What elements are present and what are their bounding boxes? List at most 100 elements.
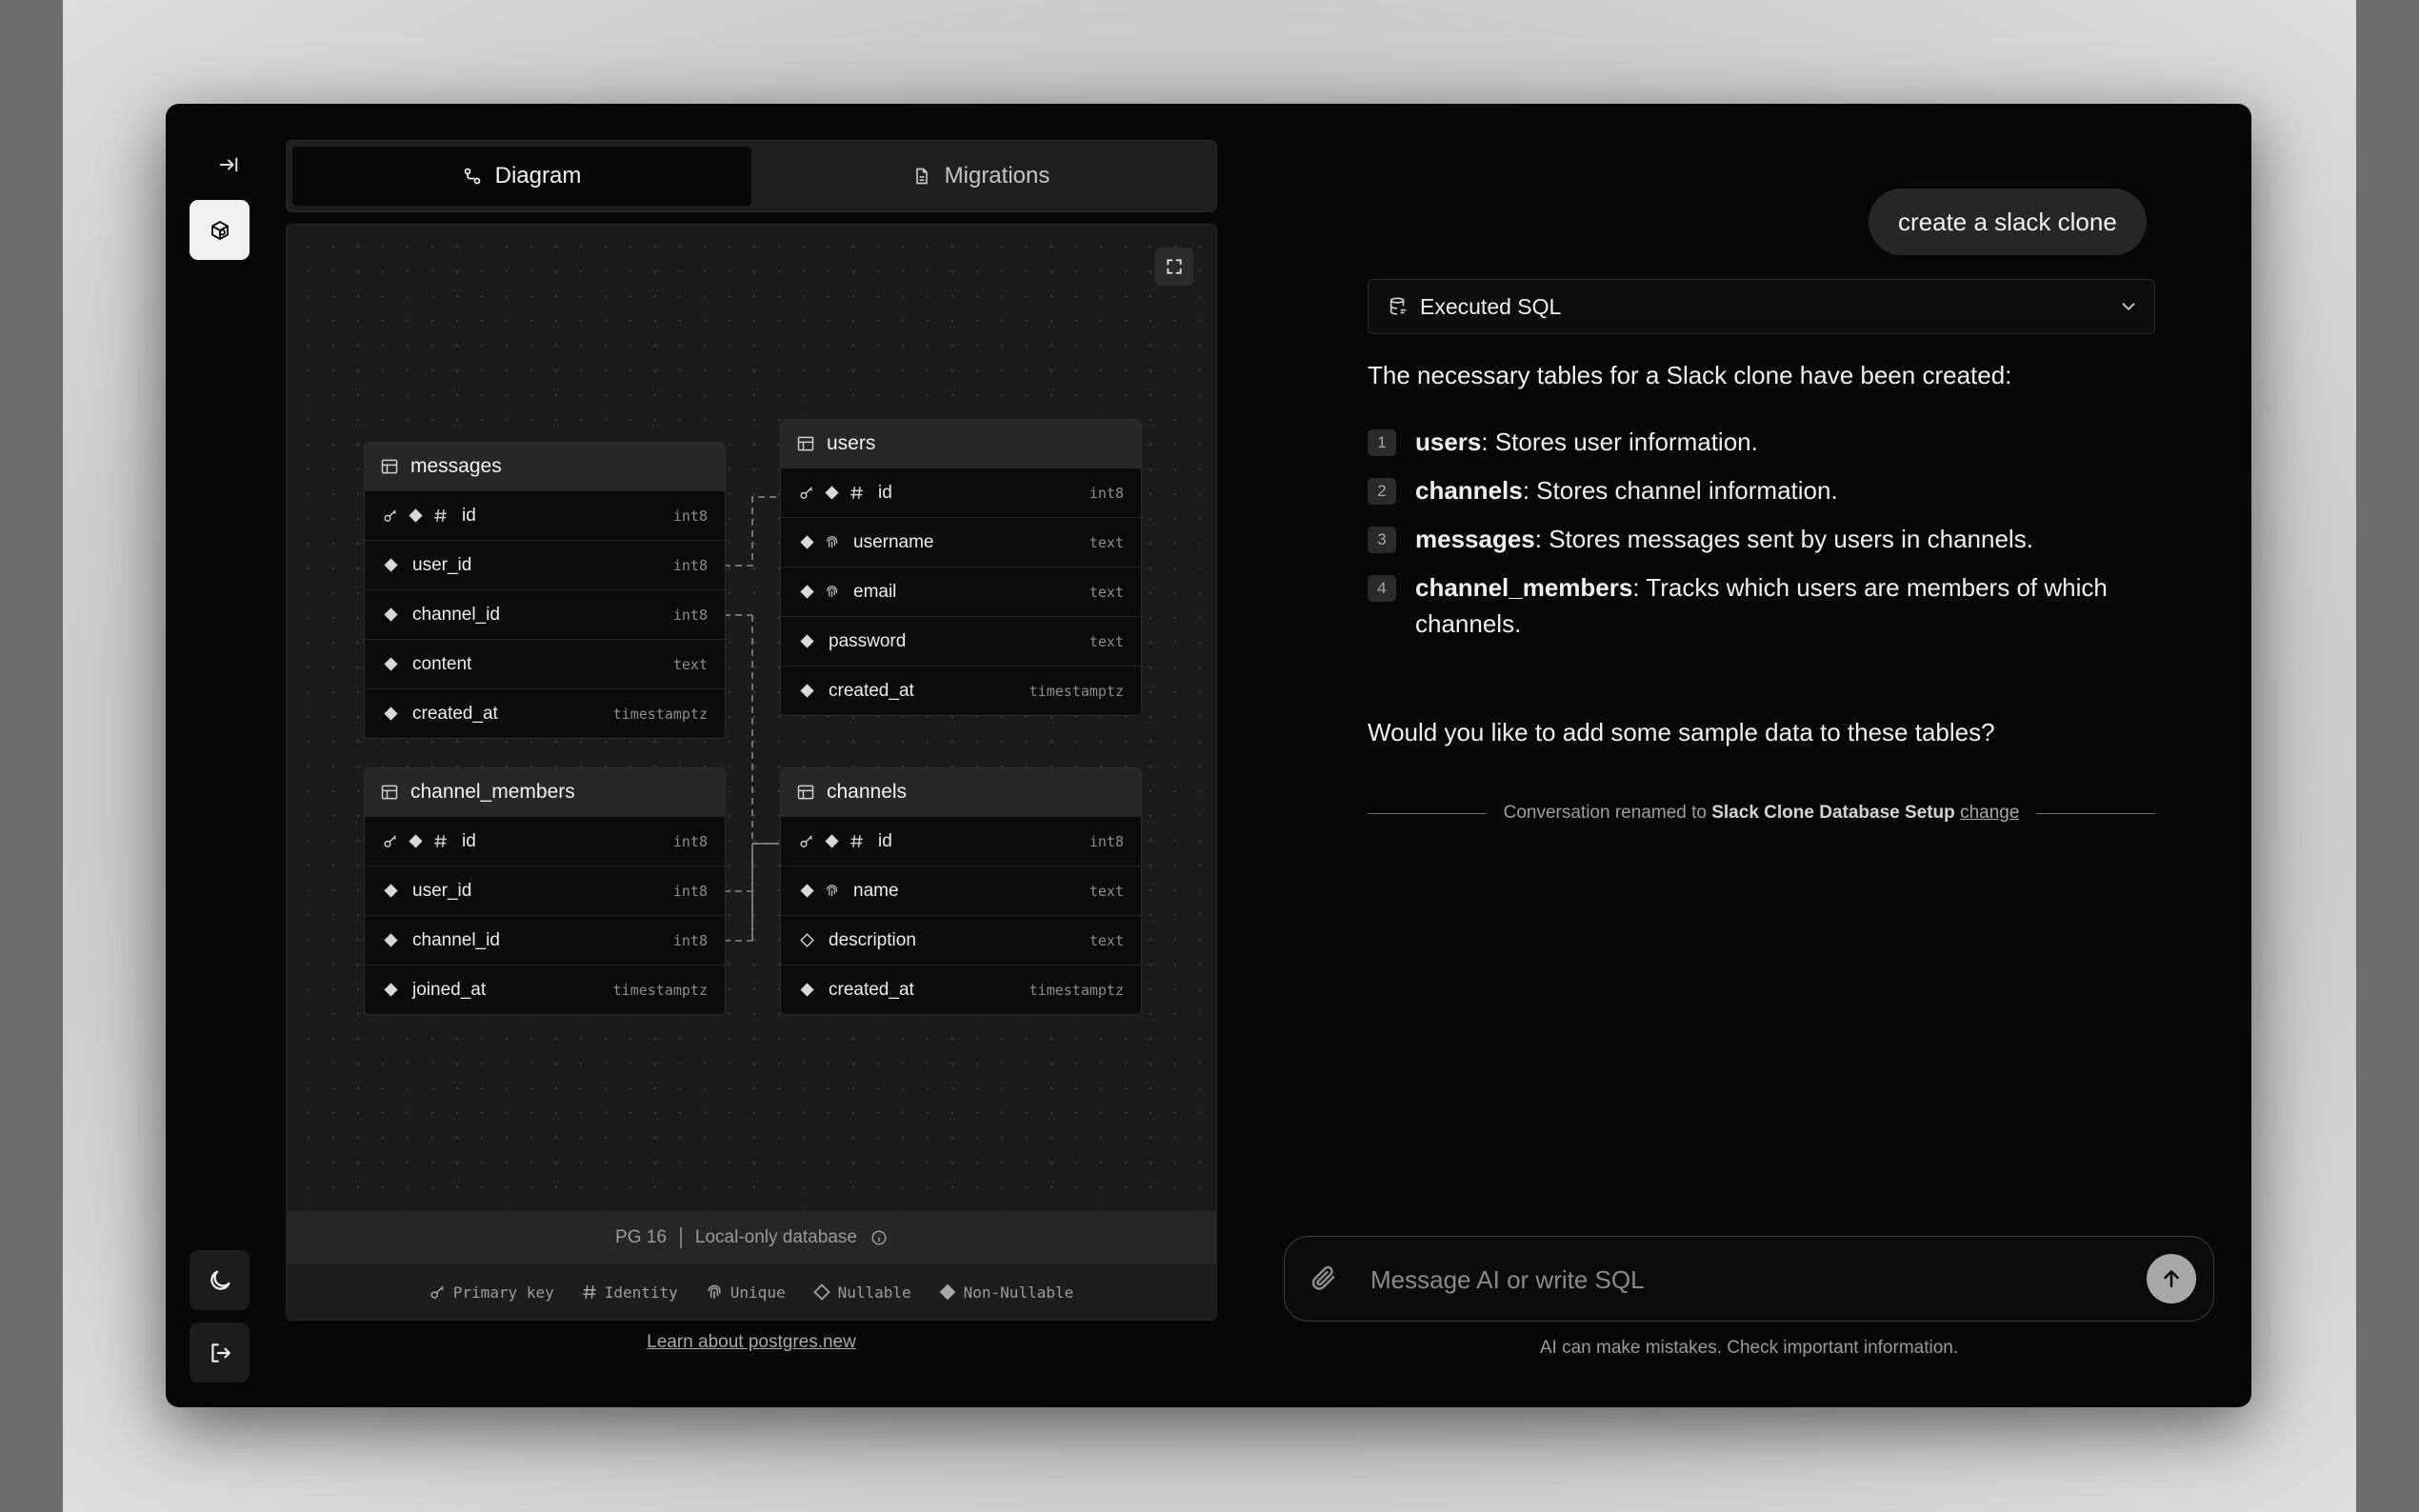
divider — [1368, 812, 1487, 814]
rename-change-link[interactable]: change — [1960, 803, 2019, 823]
non-nullable-icon — [798, 883, 815, 900]
logout-button[interactable] — [190, 1323, 250, 1383]
theme-toggle-button[interactable] — [190, 1250, 250, 1310]
column-type: text — [672, 655, 708, 673]
table-row[interactable]: user_id int8 — [365, 540, 725, 589]
db-info-bar: PG 16 Local-only database — [287, 1211, 1216, 1264]
expand-icon — [1167, 259, 1182, 274]
tab-migrations[interactable]: Migrations — [751, 147, 1210, 206]
arrow-up-icon — [2164, 1270, 2179, 1287]
list-item-name: messages — [1415, 525, 1535, 553]
fullscreen-button[interactable] — [1155, 248, 1193, 286]
paperclip-icon — [1311, 1265, 1335, 1290]
column-type: int8 — [672, 931, 708, 949]
non-nullable-icon — [382, 656, 399, 673]
view-tabs: Diagram Migrations — [286, 140, 1217, 212]
non-nullable-icon — [382, 607, 399, 624]
collapse-sidebar-button[interactable] — [206, 142, 251, 188]
table-row[interactable]: id int8 — [365, 816, 725, 865]
list-item-name: channels — [1415, 476, 1523, 505]
column-name: user_id — [412, 554, 472, 575]
key-icon — [430, 1285, 444, 1299]
logo-button[interactable] — [190, 200, 250, 260]
list-number: 1 — [1368, 429, 1396, 456]
diagram-icon — [464, 168, 480, 185]
column-name: id — [462, 830, 476, 851]
non-nullable-icon — [407, 833, 424, 850]
chevron-down-icon — [2122, 303, 2135, 310]
pg-version: PG 16 — [615, 1227, 667, 1247]
assistant-intro: The necessary tables for a Slack clone h… — [1368, 361, 2012, 389]
column-type: text — [1089, 533, 1124, 551]
unique-icon — [823, 584, 840, 601]
column-name: channel_id — [412, 604, 500, 625]
table-row[interactable]: username text — [781, 517, 1141, 567]
table-row[interactable]: user_id int8 — [365, 865, 725, 915]
chat-input-box — [1284, 1236, 2214, 1322]
table-row[interactable]: id int8 — [365, 490, 725, 540]
table-row[interactable]: created_at timestamptz — [781, 666, 1141, 715]
divider — [679, 1227, 682, 1248]
rename-notice: Conversation renamed to Slack Clone Data… — [1368, 799, 2156, 827]
assistant-list: 1 users: Stores user information. 2 chan… — [1368, 424, 2155, 654]
key-icon — [798, 485, 815, 502]
table-row[interactable]: channel_id int8 — [365, 589, 725, 639]
table-row[interactable]: id int8 — [781, 816, 1141, 865]
table-row[interactable]: password text — [781, 616, 1141, 666]
table-row[interactable]: joined_at timestamptz — [365, 965, 725, 1014]
table-icon — [381, 459, 398, 474]
legend-unique: Unique — [705, 1283, 786, 1302]
non-nullable-icon — [798, 633, 815, 650]
table-row[interactable]: content text — [365, 639, 725, 688]
message-input[interactable] — [1369, 1256, 2115, 1303]
unique-icon — [708, 1284, 721, 1299]
learn-link[interactable]: Learn about postgres.new — [286, 1332, 1217, 1353]
column-name: id — [878, 482, 892, 503]
non-nullable-icon — [382, 932, 399, 949]
column-type: int8 — [672, 606, 708, 624]
list-item: 1 users: Stores user information. — [1368, 424, 2155, 460]
diagram-canvas[interactable]: messages id int8 user_id int8 channel_id… — [287, 225, 1216, 1211]
table-channel-members[interactable]: channel_members id int8 user_id int8 cha… — [364, 767, 726, 1015]
table-row[interactable]: created_at timestamptz — [365, 688, 725, 738]
identity-icon — [848, 833, 865, 850]
identity-icon — [848, 485, 865, 502]
tab-diagram[interactable]: Diagram — [292, 147, 751, 206]
table-channels[interactable]: channels id int8 name text description t… — [780, 767, 1142, 1015]
attach-button[interactable] — [1309, 1263, 1338, 1297]
file-icon — [915, 168, 928, 185]
table-header: users — [781, 420, 1141, 468]
table-users[interactable]: users id int8 username text email text p… — [780, 419, 1142, 716]
send-button[interactable] — [2147, 1254, 2196, 1303]
column-type: timestamptz — [612, 705, 708, 723]
collapse-sidebar-icon — [219, 157, 238, 172]
non-nullable-icon — [798, 534, 815, 551]
key-icon — [382, 833, 399, 850]
column-name: joined_at — [412, 979, 487, 1000]
table-row[interactable]: channel_id int8 — [365, 915, 725, 965]
executed-sql-toggle[interactable]: Executed SQL — [1368, 279, 2155, 334]
legend-label: Non-Nullable — [963, 1283, 1074, 1302]
identity-icon — [582, 1285, 596, 1299]
info-icon[interactable] — [870, 1229, 888, 1246]
tab-diagram-label: Diagram — [494, 163, 582, 189]
column-name: content — [412, 653, 472, 674]
column-type: timestamptz — [1029, 682, 1124, 700]
column-type: int8 — [672, 832, 708, 850]
table-row[interactable]: email text — [781, 567, 1141, 616]
list-item-desc: : Stores messages sent by users in chann… — [1534, 525, 2033, 553]
column-type: text — [1089, 931, 1124, 949]
nullable-icon — [798, 932, 815, 949]
table-header: channel_members — [365, 768, 725, 816]
legend-label: Primary key — [452, 1283, 554, 1302]
table-header: messages — [365, 443, 725, 490]
table-row[interactable]: description text — [781, 915, 1141, 965]
table-row[interactable]: name text — [781, 865, 1141, 915]
column-type: int8 — [672, 507, 708, 525]
table-messages[interactable]: messages id int8 user_id int8 channel_id… — [364, 442, 726, 739]
table-row[interactable]: id int8 — [781, 468, 1141, 517]
table-row[interactable]: created_at timestamptz — [781, 965, 1141, 1014]
list-item: 2 channels: Stores channel information. — [1368, 472, 2155, 508]
conversation-title: Slack Clone Database Setup — [1711, 803, 1955, 823]
assistant-question: Would you like to add some sample data t… — [1368, 718, 1995, 746]
